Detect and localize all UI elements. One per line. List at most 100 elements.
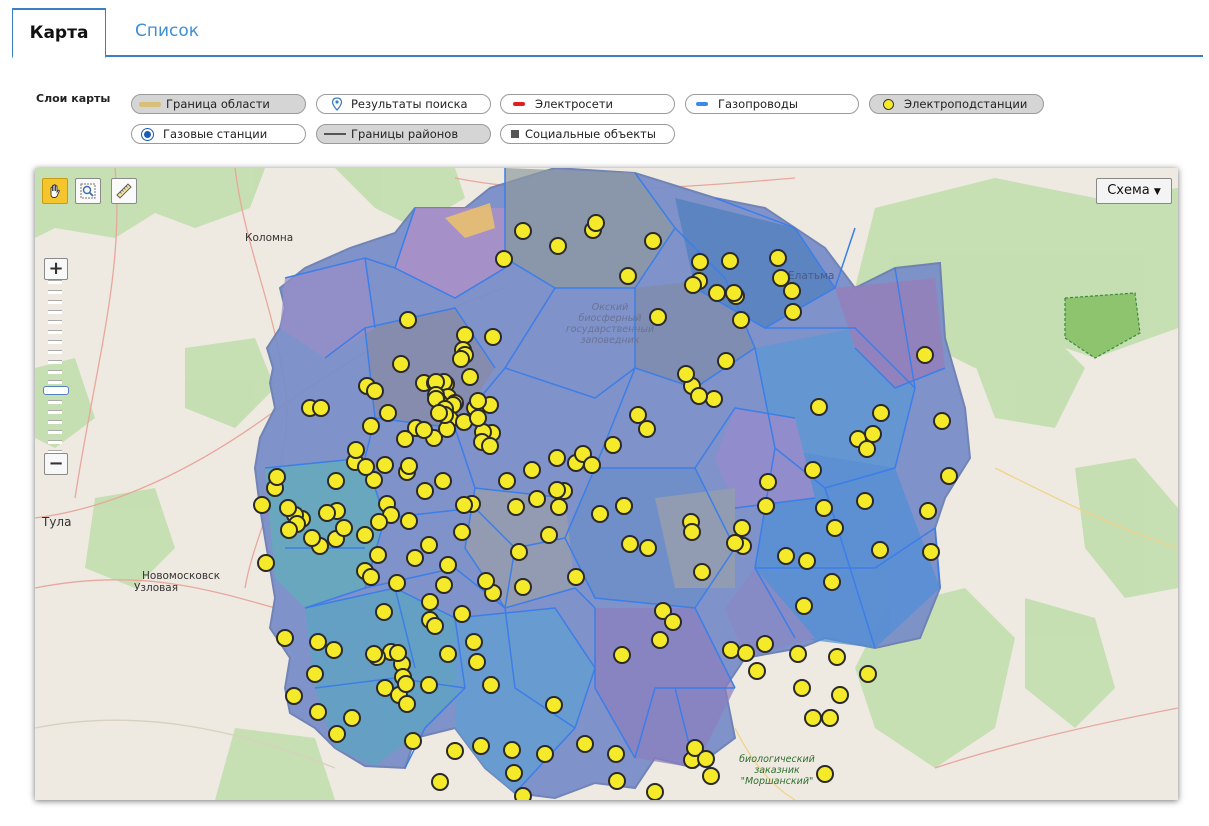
substation-marker[interactable]: [376, 456, 394, 474]
zoom-out-button[interactable]: −: [44, 453, 68, 475]
substation-marker[interactable]: [430, 404, 448, 422]
substation-marker[interactable]: [366, 382, 384, 400]
substation-marker[interactable]: [684, 276, 702, 294]
substation-marker[interactable]: [621, 535, 639, 553]
substation-marker[interactable]: [495, 250, 513, 268]
map-view[interactable]: Коломна Тула Новомосковск Узловая Елатьм…: [35, 168, 1178, 800]
substation-marker[interactable]: [821, 709, 839, 727]
zoom-box-tool-button[interactable]: [75, 178, 101, 204]
substation-marker[interactable]: [426, 617, 444, 635]
substation-marker[interactable]: [789, 645, 807, 663]
substation-marker[interactable]: [828, 648, 846, 666]
layer-substations[interactable]: Электроподстанции: [869, 94, 1044, 114]
substation-marker[interactable]: [498, 472, 516, 490]
layer-search-results[interactable]: Результаты поиска: [316, 94, 491, 114]
substation-marker[interactable]: [769, 249, 787, 267]
substation-marker[interactable]: [469, 409, 487, 427]
substation-marker[interactable]: [379, 404, 397, 422]
substation-marker[interactable]: [328, 725, 346, 743]
substation-marker[interactable]: [784, 303, 802, 321]
substation-marker[interactable]: [815, 499, 833, 517]
substation-marker[interactable]: [777, 547, 795, 565]
substation-marker[interactable]: [933, 412, 951, 430]
pan-tool-button[interactable]: [42, 178, 68, 204]
substation-marker[interactable]: [826, 519, 844, 537]
substation-marker[interactable]: [276, 629, 294, 647]
substation-marker[interactable]: [757, 497, 775, 515]
substation-marker[interactable]: [583, 456, 601, 474]
substation-marker[interactable]: [268, 468, 286, 486]
substation-marker[interactable]: [434, 472, 452, 490]
substation-marker[interactable]: [469, 392, 487, 410]
substation-marker[interactable]: [306, 665, 324, 683]
substation-marker[interactable]: [856, 492, 874, 510]
substation-marker[interactable]: [732, 311, 750, 329]
substation-marker[interactable]: [677, 365, 695, 383]
substation-marker[interactable]: [303, 529, 321, 547]
layer-social-objects[interactable]: Социальные объекты: [500, 124, 675, 144]
substation-marker[interactable]: [370, 513, 388, 531]
substation-marker[interactable]: [400, 512, 418, 530]
substation-marker[interactable]: [398, 695, 416, 713]
substation-marker[interactable]: [369, 546, 387, 564]
substation-marker[interactable]: [362, 417, 380, 435]
substation-marker[interactable]: [756, 635, 774, 653]
substation-marker[interactable]: [510, 543, 528, 561]
substation-marker[interactable]: [759, 473, 777, 491]
substation-marker[interactable]: [507, 498, 525, 516]
substation-marker[interactable]: [587, 214, 605, 232]
substation-marker[interactable]: [472, 737, 490, 755]
substation-marker[interactable]: [439, 556, 457, 574]
substation-marker[interactable]: [357, 458, 375, 476]
substation-marker[interactable]: [708, 284, 726, 302]
substation-marker[interactable]: [690, 387, 708, 405]
substation-marker[interactable]: [468, 653, 486, 671]
substation-marker[interactable]: [482, 676, 500, 694]
substation-marker[interactable]: [452, 350, 470, 368]
substation-marker[interactable]: [514, 222, 532, 240]
substation-marker[interactable]: [604, 436, 622, 454]
substation-marker[interactable]: [415, 421, 433, 439]
layer-region-border[interactable]: Граница области: [131, 94, 306, 114]
substation-marker[interactable]: [484, 328, 502, 346]
substation-marker[interactable]: [455, 496, 473, 514]
substation-marker[interactable]: [416, 482, 434, 500]
substation-marker[interactable]: [608, 772, 626, 790]
substation-marker[interactable]: [365, 645, 383, 663]
substation-marker[interactable]: [404, 732, 422, 750]
substation-marker[interactable]: [858, 440, 876, 458]
layer-gas-pipelines[interactable]: Газопроводы: [685, 94, 859, 114]
substation-marker[interactable]: [726, 534, 744, 552]
substation-marker[interactable]: [318, 504, 336, 522]
substation-marker[interactable]: [362, 568, 380, 586]
substation-marker[interactable]: [312, 399, 330, 417]
substation-marker[interactable]: [514, 578, 532, 596]
zoom-slider[interactable]: [48, 280, 62, 460]
substation-marker[interactable]: [922, 543, 940, 561]
substation-marker[interactable]: [253, 496, 271, 514]
substation-marker[interactable]: [804, 709, 822, 727]
substation-marker[interactable]: [683, 523, 701, 541]
substation-marker[interactable]: [481, 437, 499, 455]
substation-marker[interactable]: [615, 497, 633, 515]
substation-marker[interactable]: [649, 308, 667, 326]
substation-marker[interactable]: [396, 430, 414, 448]
substation-marker[interactable]: [536, 745, 554, 763]
zoom-slider-handle[interactable]: [43, 386, 69, 395]
substation-marker[interactable]: [737, 644, 755, 662]
substation-marker[interactable]: [793, 679, 811, 697]
substation-marker[interactable]: [548, 449, 566, 467]
substation-marker[interactable]: [400, 457, 418, 475]
layer-district-borders[interactable]: Границы районов: [316, 124, 491, 144]
substation-marker[interactable]: [691, 253, 709, 271]
substation-marker[interactable]: [725, 284, 743, 302]
substation-marker[interactable]: [664, 613, 682, 631]
substation-marker[interactable]: [503, 741, 521, 759]
basemap-select[interactable]: Схема ▼: [1096, 178, 1172, 204]
substation-marker[interactable]: [343, 709, 361, 727]
substation-marker[interactable]: [545, 696, 563, 714]
zoom-in-button[interactable]: +: [44, 258, 68, 280]
layer-gas-stations[interactable]: Газовые станции: [131, 124, 306, 144]
substation-marker[interactable]: [717, 352, 735, 370]
substation-marker[interactable]: [548, 481, 566, 499]
